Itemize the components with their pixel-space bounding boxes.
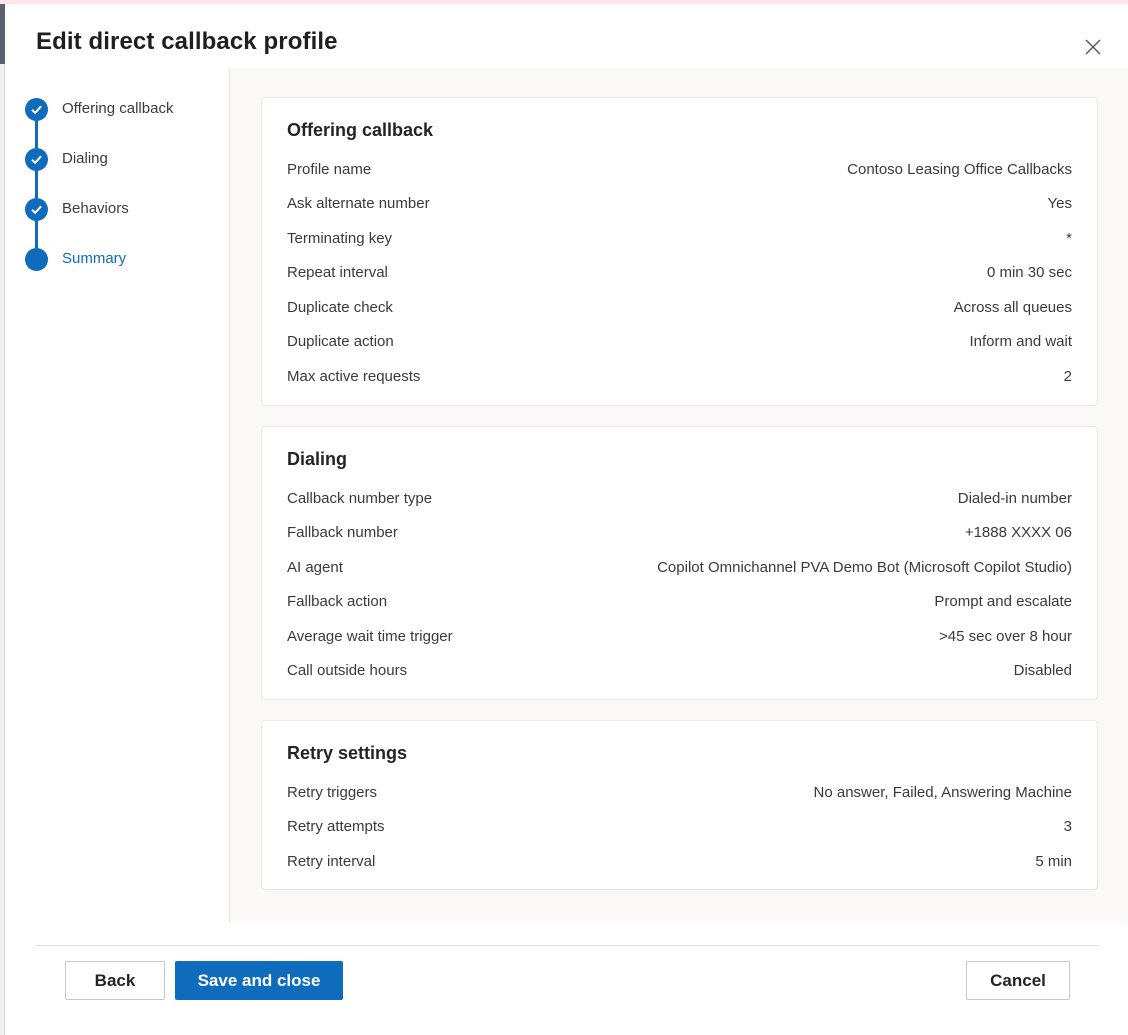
card-title: Offering callback [287,120,434,140]
row-value: Disabled [1013,661,1072,679]
row-label: Fallback action [287,592,388,610]
summary-row: Duplicate action Inform and wait [287,329,1072,353]
row-label: Retry triggers [287,783,378,801]
summary-row: Retry triggers No answer, Failed, Answeri… [287,780,1072,804]
row-label: Average wait time trigger [287,627,453,645]
summary-row: Repeat interval 0 min 30 sec [287,260,1072,284]
row-value: Contoso Leasing Office Callbacks [847,160,1072,178]
save-and-close-button[interactable]: Save and close [175,961,343,1000]
background-app-edge [0,4,5,64]
row-value: Prompt and escalate [934,592,1072,610]
summary-row: Retry interval 5 min [287,849,1072,873]
row-label: Duplicate action [287,332,394,350]
step-complete-icon [25,198,48,221]
step-offering-callback[interactable]: Offering callback [5,98,229,138]
row-value: Yes [1047,194,1072,212]
row-value: 3 [1063,817,1072,835]
step-complete-icon [25,98,48,121]
row-label: Call outside hours [287,661,408,679]
footer-divider [35,945,1100,946]
row-value: * [1066,229,1072,247]
summary-panel: Offering callback Profile name Contoso Le… [230,68,1128,923]
summary-row: Duplicate check Across all queues [287,295,1072,319]
offering-callback-card: Offering callback Profile name Contoso Le… [261,97,1098,406]
row-value: Copilot Omnichannel PVA Demo Bot (Micros… [657,558,1072,576]
row-label: Terminating key [287,229,393,247]
close-icon [1085,39,1101,55]
summary-row: AI agent Copilot Omnichannel PVA Demo Bot… [287,555,1072,579]
row-label: Retry interval [287,852,376,870]
dialog-title: Edit direct callback profile [36,28,338,55]
row-value: Dialed-in number [957,489,1072,507]
row-value: +1888 XXXX 06 [964,523,1072,541]
step-label: Behaviors [62,200,129,217]
step-dialing[interactable]: Dialing [5,148,229,188]
row-label: Profile name [287,160,372,178]
row-value: >45 sec over 8 hour [938,627,1072,645]
summary-row: Retry attempts 3 [287,814,1072,838]
row-label: Retry attempts [287,817,385,835]
step-summary[interactable]: Summary [5,248,229,288]
row-value: Inform and wait [969,332,1072,350]
row-label: Duplicate check [287,298,393,316]
cancel-button[interactable]: Cancel [966,961,1070,1000]
summary-row: Ask alternate number Yes [287,191,1072,215]
step-behaviors[interactable]: Behaviors [5,198,229,238]
row-value: 0 min 30 sec [986,263,1072,281]
row-value: 5 min [1035,852,1072,870]
summary-row: Call outside hours Disabled [287,658,1072,682]
close-button[interactable] [1078,32,1108,62]
row-label: AI agent [287,558,343,576]
row-value: Across all queues [953,298,1072,316]
card-title: Retry settings [287,743,408,763]
row-label: Max active requests [287,367,421,385]
step-current-icon [25,248,48,271]
step-label: Dialing [62,150,108,167]
summary-row: Fallback action Prompt and escalate [287,589,1072,613]
summary-row: Average wait time trigger >45 sec over 8 … [287,624,1072,648]
summary-row: Profile name Contoso Leasing Office Callb… [287,157,1072,181]
row-label: Ask alternate number [287,194,430,212]
row-value: 2 [1063,367,1072,385]
summary-row: Fallback number +1888 XXXX 06 [287,520,1072,544]
step-label: Offering callback [62,100,174,117]
row-value: No answer, Failed, Answering Machine [813,783,1072,801]
summary-row: Max active requests 2 [287,364,1072,388]
card-title: Dialing [287,449,348,469]
row-label: Callback number type [287,489,433,507]
back-button[interactable]: Back [65,961,165,1000]
step-navigation: Offering callback Dialing Behaviors Summ… [5,68,229,923]
dialing-card: Dialing Callback number type Dialed-in nu… [261,426,1098,700]
summary-row: Callback number type Dialed-in number [287,486,1072,510]
row-label: Repeat interval [287,263,388,281]
retry-settings-card: Retry settings Retry triggers No answer, … [261,720,1098,890]
summary-row: Terminating key * [287,226,1072,250]
top-strip [0,0,1128,4]
row-label: Fallback number [287,523,398,541]
step-label: Summary [62,250,127,267]
step-complete-icon [25,148,48,171]
